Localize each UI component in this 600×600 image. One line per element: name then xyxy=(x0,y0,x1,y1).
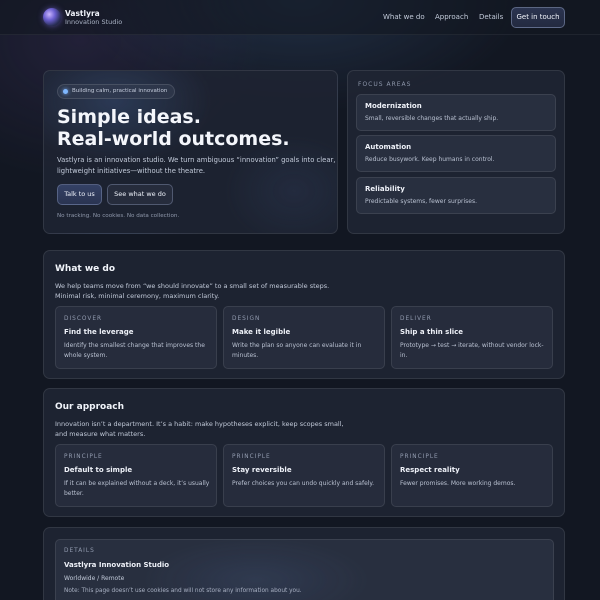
details-card: DETAILS Vastlyra Innovation Studio World… xyxy=(55,539,554,600)
card-title: Make it legible xyxy=(232,328,291,336)
focus-item-title: Automation xyxy=(365,143,412,151)
see-what-we-do-button[interactable]: See what we do xyxy=(107,184,173,205)
focus-item-automation: Automation Reduce busywork. Keep humans … xyxy=(356,135,556,172)
focus-item-title: Reliability xyxy=(365,185,405,193)
privacy-note: No tracking. No cookies. No data collect… xyxy=(57,213,180,219)
what-we-do-section: What we do We help teams move from “we s… xyxy=(43,250,565,379)
card-desc: Identify the smallest change that improv… xyxy=(64,342,205,359)
brand-subtitle: Innovation Studio xyxy=(65,18,123,26)
card-title: Ship a thin slice xyxy=(400,328,464,336)
section-description-line1: Innovation isn’t a department. It’s a ha… xyxy=(55,420,344,428)
focus-item-modernization: Modernization Small, reversible changes … xyxy=(356,94,556,131)
principle-card-reversible: PRINCIPLE Stay reversible Prefer choices… xyxy=(223,444,385,507)
service-card-deliver: DELIVER Ship a thin slice Prototype → te… xyxy=(391,306,553,369)
nav-details[interactable]: Details xyxy=(479,13,503,21)
details-note: Note: This page doesn’t use cookies and … xyxy=(64,588,302,594)
approach-section: Our approach Innovation isn’t a departme… xyxy=(43,388,565,517)
details-location: Worldwide / Remote xyxy=(64,575,125,582)
brand-name[interactable]: Vastlyra xyxy=(65,9,100,18)
get-in-touch-button[interactable]: Get in touch xyxy=(511,7,565,28)
service-card-design: DESIGN Make it legible Write the plan so… xyxy=(223,306,385,369)
card-kicker: DELIVER xyxy=(400,316,432,322)
focus-item-desc: Reduce busywork. Keep humans in control. xyxy=(365,156,495,163)
logo-orb-icon[interactable] xyxy=(43,8,61,26)
focus-areas-label: FOCUS AREAS xyxy=(358,81,412,88)
section-description-line2: Minimal risk, minimal ceremony, maximum … xyxy=(55,292,220,300)
card-title: Find the leverage xyxy=(64,328,134,336)
status-dot-icon xyxy=(63,89,68,94)
section-title: What we do xyxy=(55,264,116,274)
hero-description: Vastlyra is an innovation studio. We tur… xyxy=(57,156,336,175)
card-kicker: DESIGN xyxy=(232,316,261,322)
details-title: Vastlyra Innovation Studio xyxy=(64,561,170,569)
hero-title-line2: Real-world outcomes. xyxy=(57,128,290,150)
section-description: Innovation isn’t a department. It’s a ha… xyxy=(55,419,385,439)
focus-item-reliability: Reliability Predictable systems, fewer s… xyxy=(356,177,556,214)
section-title: Our approach xyxy=(55,402,125,412)
nav-approach[interactable]: Approach xyxy=(435,13,468,21)
card-kicker: PRINCIPLE xyxy=(64,454,103,460)
card-kicker: PRINCIPLE xyxy=(232,454,271,460)
tagline-pill: Building calm, practical innovation xyxy=(57,84,176,99)
focus-item-desc: Small, reversible changes that actually … xyxy=(365,115,499,122)
details-section: DETAILS Vastlyra Innovation Studio World… xyxy=(43,527,565,600)
principle-card-reality: PRINCIPLE Respect reality Fewer promises… xyxy=(391,444,553,507)
card-desc: Write the plan so anyone can evaluate it… xyxy=(232,342,362,359)
card-title: Stay reversible xyxy=(232,466,292,474)
section-description: We help teams move from “we should innov… xyxy=(55,281,355,301)
focus-item-title: Modernization xyxy=(365,102,422,110)
section-description-line1: We help teams move from “we should innov… xyxy=(55,282,330,290)
nav-what-we-do[interactable]: What we do xyxy=(383,13,425,21)
card-desc: Fewer promises. More working demos. xyxy=(400,480,516,487)
details-kicker: DETAILS xyxy=(64,548,95,554)
card-kicker: PRINCIPLE xyxy=(400,454,439,460)
tagline-text: Building calm, practical innovation xyxy=(72,88,168,94)
section-description-line2: and measure what matters. xyxy=(55,430,146,438)
talk-to-us-button[interactable]: Talk to us xyxy=(57,184,102,205)
card-desc: Prototype → test → iterate, without vend… xyxy=(400,342,544,359)
hero-title-line1: Simple ideas. xyxy=(57,106,201,128)
card-desc: Prefer choices you can undo quickly and … xyxy=(232,480,375,487)
service-card-discover: DISCOVER Find the leverage Identify the … xyxy=(55,306,217,369)
focus-areas-card: FOCUS AREAS Modernization Small, reversi… xyxy=(347,70,565,234)
card-title: Default to simple xyxy=(64,466,133,474)
card-title: Respect reality xyxy=(400,466,460,474)
card-desc: If it can be explained without a deck, i… xyxy=(64,480,210,497)
hero-title: Simple ideas. Real-world outcomes. xyxy=(57,106,290,150)
top-bar: Vastlyra Innovation Studio What we do Ap… xyxy=(0,0,600,35)
hero-card: Building calm, practical innovation Simp… xyxy=(43,70,338,234)
focus-item-desc: Predictable systems, fewer surprises. xyxy=(365,198,478,205)
card-kicker: DISCOVER xyxy=(64,316,103,322)
principle-card-simple: PRINCIPLE Default to simple If it can be… xyxy=(55,444,217,507)
